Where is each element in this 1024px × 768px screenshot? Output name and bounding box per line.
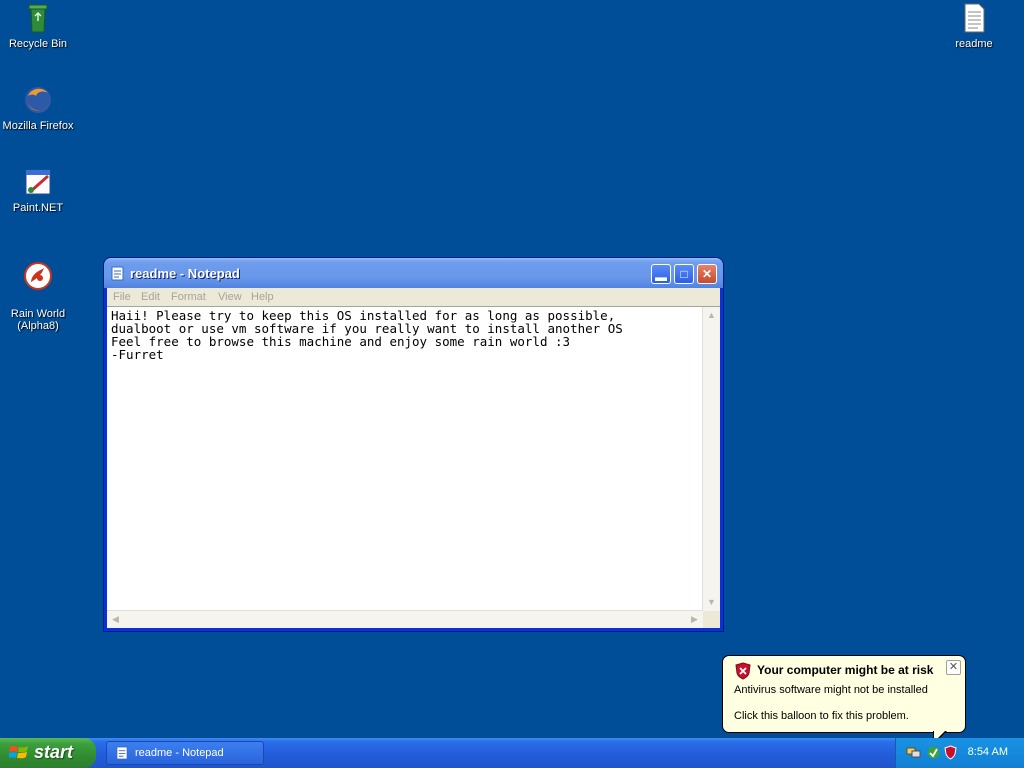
window-title: readme - Notepad: [130, 266, 240, 281]
desktop-icon-paint-net[interactable]: Paint.NET: [0, 166, 78, 214]
scroll-left-arrow-icon[interactable]: ◀: [107, 611, 124, 628]
resize-grip[interactable]: [703, 611, 720, 628]
paint-net-icon: [25, 169, 51, 195]
scroll-down-arrow-icon[interactable]: ▼: [703, 594, 720, 611]
readme-file-icon: [964, 3, 985, 33]
firefox-icon: [25, 87, 51, 113]
taskbar: start readme - Notepad 8:54 AM: [0, 738, 1024, 768]
taskbar-item-label: readme - Notepad: [135, 747, 224, 759]
horizontal-scrollbar[interactable]: ◀ ▶: [107, 610, 703, 628]
system-tray: 8:54 AM: [895, 738, 1024, 768]
scroll-right-arrow-icon[interactable]: ▶: [686, 611, 703, 628]
desktop-icon-label: Paint.NET: [12, 202, 64, 214]
desktop-icon-label: Recycle Bin: [8, 38, 68, 50]
balloon-instruction: Click this balloon to fix this problem.: [734, 710, 909, 722]
taskbar-item-notepad[interactable]: readme - Notepad: [106, 741, 264, 765]
menu-bar: File Edit Format View Help: [107, 288, 720, 306]
desktop-icon-label: Rain World (Alpha8): [10, 308, 66, 332]
update-icon[interactable]: [926, 745, 941, 760]
desktop-icon-rain-world[interactable]: Rain World (Alpha8): [0, 248, 78, 332]
minimize-icon: ▬: [655, 270, 667, 284]
scroll-up-arrow-icon[interactable]: ▲: [703, 307, 720, 324]
balloon-message: Antivirus software might not be installe…: [734, 684, 928, 696]
vertical-scrollbar[interactable]: ▲ ▼: [702, 307, 720, 611]
desktop-icon-firefox[interactable]: Mozilla Firefox: [0, 84, 78, 132]
desktop-icon-label: Mozilla Firefox: [2, 120, 74, 132]
balloon-title: Your computer might be at risk: [757, 663, 934, 677]
close-icon: ✕: [701, 267, 713, 281]
document-text[interactable]: Haii! Please try to keep this OS install…: [111, 309, 700, 610]
close-icon: ✕: [948, 661, 959, 673]
network-icon[interactable]: [906, 745, 921, 760]
recycle-bin-icon: [28, 4, 48, 33]
text-editor-area[interactable]: Haii! Please try to keep this OS install…: [107, 306, 720, 628]
windows-flag-icon: [9, 745, 28, 759]
menu-format[interactable]: Format: [171, 291, 206, 303]
security-balloon[interactable]: Your computer might be at risk ✕ Antivir…: [722, 655, 966, 745]
rain-world-icon: [24, 262, 52, 290]
start-label: start: [34, 742, 74, 762]
close-button[interactable]: ✕: [697, 264, 717, 284]
start-button[interactable]: start: [0, 738, 96, 768]
menu-help[interactable]: Help: [251, 291, 274, 303]
maximize-icon: □: [680, 267, 688, 281]
menu-view[interactable]: View: [218, 291, 242, 303]
balloon-close-button[interactable]: ✕: [946, 660, 961, 675]
clock[interactable]: 8:54 AM: [968, 746, 1008, 758]
security-shield-icon: [735, 662, 751, 680]
maximize-button[interactable]: □: [674, 264, 694, 284]
notepad-window[interactable]: readme - Notepad ▬ □ ✕ File Edit Format …: [104, 258, 723, 631]
minimize-button[interactable]: ▬: [651, 264, 671, 284]
menu-edit[interactable]: Edit: [141, 291, 160, 303]
notepad-icon: [116, 746, 128, 760]
menu-file[interactable]: File: [113, 291, 131, 303]
desktop-icon-readme[interactable]: readme: [934, 2, 1014, 50]
title-bar[interactable]: readme - Notepad ▬ □ ✕: [104, 258, 723, 288]
desktop-icon-label: readme: [955, 38, 993, 50]
security-shield-icon[interactable]: [943, 745, 958, 760]
desktop-icon-recycle-bin[interactable]: Recycle Bin: [0, 2, 78, 50]
notepad-icon: [111, 266, 124, 281]
